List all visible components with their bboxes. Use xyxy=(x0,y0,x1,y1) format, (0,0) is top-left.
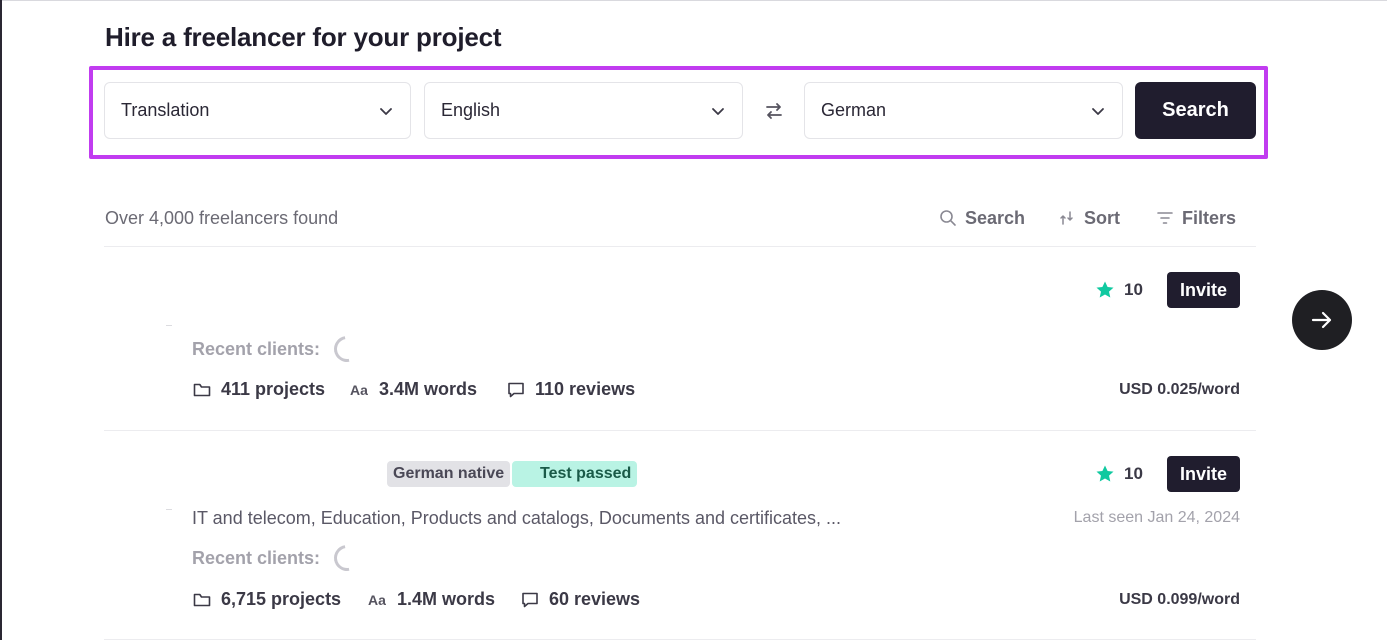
results-search-button[interactable]: Search xyxy=(939,206,1025,230)
native-badge: German native xyxy=(387,461,511,487)
search-button[interactable]: Search xyxy=(1135,82,1256,139)
service-select-value: Translation xyxy=(121,100,210,120)
loading-spinner-icon xyxy=(328,539,366,577)
star-icon xyxy=(1096,465,1114,482)
words-icon: Aa xyxy=(368,591,386,608)
window-top-border xyxy=(0,0,1387,1)
words-count: 3.4M words xyxy=(379,379,478,399)
list-divider xyxy=(104,430,1256,431)
avatar-placeholder xyxy=(166,509,172,510)
search-icon xyxy=(940,210,956,226)
test-passed-badge: Test passed xyxy=(512,461,638,487)
swap-languages-icon[interactable] xyxy=(761,98,787,124)
projects-stat: 411 projects xyxy=(192,379,325,400)
folder-icon xyxy=(193,593,211,606)
last-seen: Last seen Jan 24, 2024 xyxy=(1073,509,1240,526)
sort-button[interactable]: Sort xyxy=(1058,206,1120,230)
filters-label: Filters xyxy=(1182,207,1237,228)
chevron-down-icon xyxy=(712,108,724,115)
star-icon xyxy=(1096,281,1114,298)
rating: 10 xyxy=(1095,464,1143,484)
loading-spinner-icon xyxy=(328,330,366,368)
target-language-value: German xyxy=(821,100,887,120)
recent-clients-label: Recent clients: xyxy=(192,339,321,359)
recent-clients-label: Recent clients: xyxy=(192,548,321,568)
next-arrow-button[interactable] xyxy=(1292,290,1352,350)
projects-count: 411 projects xyxy=(221,379,326,399)
list-divider xyxy=(104,246,1256,247)
invite-button[interactable]: Invite xyxy=(1167,456,1240,492)
words-icon: Aa xyxy=(350,381,368,398)
window-left-border xyxy=(0,0,2,640)
invite-button[interactable]: Invite xyxy=(1167,272,1240,308)
sort-label: Sort xyxy=(1084,207,1120,228)
service-select[interactable]: Translation xyxy=(104,82,411,139)
rating: 10 xyxy=(1095,280,1143,300)
comment-icon xyxy=(522,592,538,607)
reviews-stat[interactable]: 110 reviews xyxy=(506,379,635,400)
arrow-right-icon xyxy=(1311,311,1332,329)
price-per-word: USD 0.025/word xyxy=(1119,381,1240,398)
avatar-placeholder xyxy=(166,325,172,326)
rating-value: 10 xyxy=(1124,280,1143,299)
page-title: Hire a freelancer for your project xyxy=(105,22,502,52)
source-language-select[interactable]: English xyxy=(424,82,743,139)
results-count: Over 4,000 freelancers found xyxy=(105,208,339,228)
words-stat: Aa 3.4M words xyxy=(350,379,477,400)
projects-count: 6,715 projects xyxy=(221,589,342,609)
price-per-word: USD 0.099/word xyxy=(1119,591,1240,608)
reviews-stat[interactable]: 60 reviews xyxy=(520,589,640,610)
results-search-label: Search xyxy=(965,207,1026,228)
chevron-down-icon xyxy=(1092,108,1104,115)
reviews-count: 110 reviews xyxy=(535,379,636,399)
words-stat: Aa 1.4M words xyxy=(368,589,495,610)
specialties-text: IT and telecom, Education, Products and … xyxy=(192,508,842,528)
comment-icon xyxy=(508,382,524,397)
projects-stat: 6,715 projects xyxy=(192,589,341,610)
reviews-count: 60 reviews xyxy=(549,589,641,609)
folder-icon xyxy=(193,383,211,396)
filter-icon xyxy=(1157,212,1173,224)
source-language-value: English xyxy=(441,100,501,120)
chevron-down-icon xyxy=(380,108,392,115)
sort-icon xyxy=(1060,211,1073,225)
target-language-select[interactable]: German xyxy=(804,82,1123,139)
rating-value: 10 xyxy=(1124,464,1143,483)
filters-button[interactable]: Filters xyxy=(1156,206,1236,230)
words-count: 1.4M words xyxy=(397,589,496,609)
